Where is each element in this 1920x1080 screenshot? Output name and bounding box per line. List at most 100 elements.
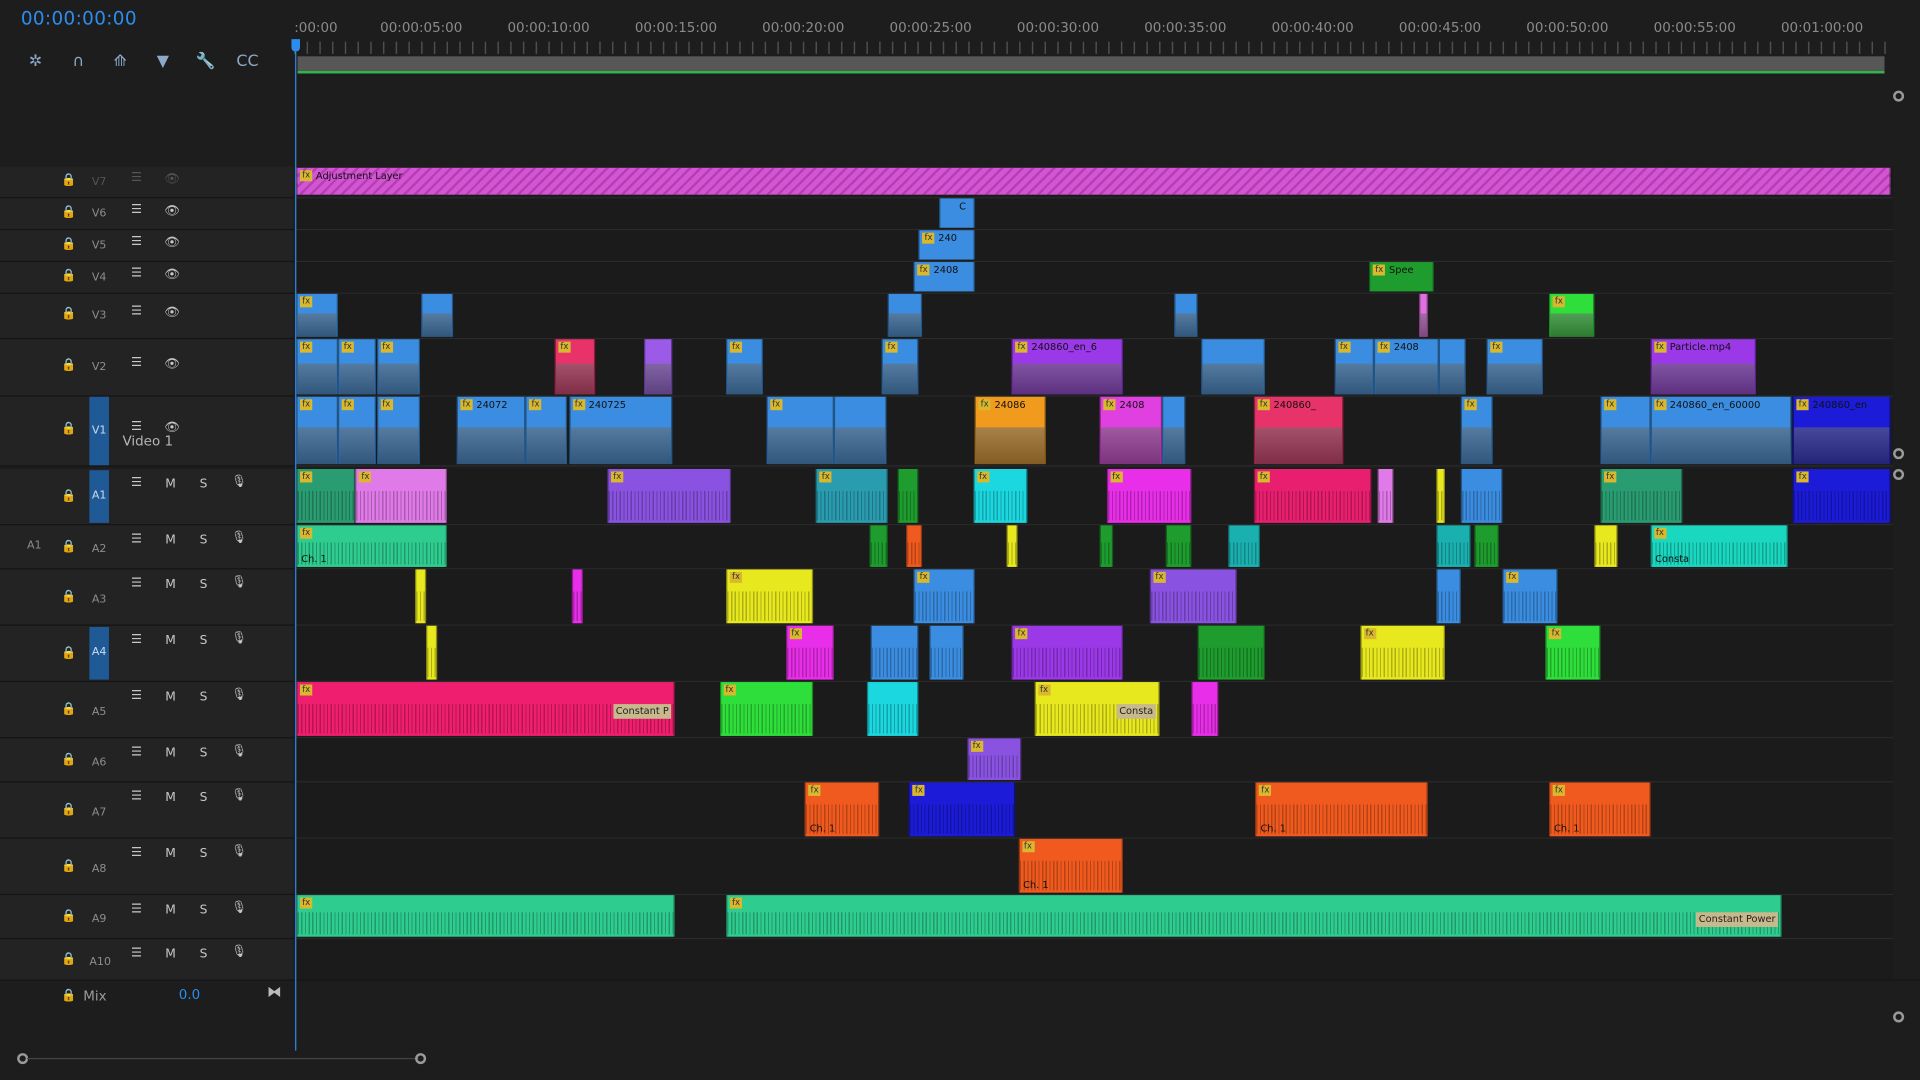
track-name-v4[interactable]: V4 — [89, 271, 109, 283]
audio-clip[interactable] — [868, 525, 889, 567]
video-clip[interactable]: fx 240860_ — [1253, 396, 1344, 465]
video-clip[interactable]: fx 24072 — [456, 396, 526, 465]
track-name-a8[interactable]: A8 — [89, 863, 109, 875]
video-clip[interactable]: fx — [338, 339, 377, 395]
timeline-row-a7[interactable]: fx Ch. 1 fx fx Ch. 1 fx Ch. 1 — [296, 782, 1894, 839]
vscroll-audio-handle[interactable] — [1893, 468, 1905, 481]
sync-lock-icon[interactable]: ☰ — [131, 203, 142, 216]
audio-clip[interactable]: fx — [1011, 625, 1123, 680]
source-patch-a1[interactable]: A1 — [27, 539, 42, 551]
scroll-right-handle[interactable] — [415, 1053, 427, 1065]
audio-clip[interactable] — [1460, 468, 1503, 523]
audio-clip[interactable] — [1099, 525, 1113, 567]
lock-icon[interactable]: 🔒 — [61, 590, 76, 605]
lock-icon[interactable]: 🔒 — [61, 953, 76, 968]
eye-icon[interactable]: 👁 — [164, 306, 180, 319]
track-name-a3[interactable]: A3 — [89, 593, 109, 605]
linked-selection-icon[interactable]: ⟰ — [109, 51, 131, 73]
video-clip[interactable] — [1162, 396, 1185, 465]
video-clip[interactable] — [644, 339, 672, 395]
track-name-v6[interactable]: V6 — [89, 208, 109, 220]
sync-lock-icon[interactable]: ☰ — [131, 356, 142, 369]
audio-clip[interactable]: fx — [1149, 569, 1237, 624]
audio-clip[interactable] — [1436, 468, 1445, 523]
solo-button[interactable]: S — [200, 691, 208, 704]
video-clip[interactable]: C — [939, 198, 975, 228]
video-clip[interactable] — [421, 293, 454, 337]
audio-clip[interactable] — [1006, 525, 1019, 567]
audio-clip[interactable]: fx Ch. 1 — [296, 525, 448, 567]
video-clip[interactable] — [1438, 339, 1466, 395]
audio-clip[interactable] — [870, 625, 919, 680]
audio-clip[interactable]: fx — [1359, 625, 1445, 680]
video-clip[interactable]: fx Particle.mp4 — [1650, 339, 1757, 395]
lock-icon[interactable]: 🔒 — [61, 307, 76, 322]
track-name-v5[interactable]: V5 — [89, 239, 109, 251]
lock-icon[interactable]: 🔒 — [61, 422, 76, 437]
sync-lock-icon[interactable]: ☰ — [131, 266, 142, 279]
solo-button[interactable]: S — [200, 534, 208, 547]
video-clip[interactable]: fx 2408 — [1374, 339, 1439, 395]
video-clip[interactable]: fx 24086 — [974, 396, 1046, 465]
track-name-v7[interactable]: V7 — [89, 176, 109, 188]
timeline-row-a4[interactable]: fx fx fx fx — [296, 625, 1894, 683]
timeline-row-a5[interactable]: fx Constant P fx fx Consta — [296, 682, 1894, 739]
audio-clip[interactable] — [1594, 525, 1619, 567]
mute-button[interactable]: M — [165, 847, 176, 860]
timeline-row-v2[interactable]: fx fx fx fx fx fx fx 240860_en_6 fx fx 2408 fx fx Par… — [296, 339, 1894, 397]
audio-clip[interactable]: fx — [1792, 468, 1891, 523]
audio-clip[interactable] — [905, 525, 922, 567]
timeline-row-v6[interactable]: C — [296, 198, 1894, 231]
audio-clip[interactable]: fx — [909, 782, 1015, 837]
vscroll-top-handle[interactable] — [1893, 90, 1905, 102]
video-clip[interactable]: fx Adjustment Layer — [296, 167, 1891, 195]
audio-clip[interactable]: fx — [816, 468, 889, 523]
audio-clip[interactable]: fx — [296, 895, 675, 937]
mute-button[interactable]: M — [165, 948, 176, 961]
audio-clip[interactable] — [897, 468, 919, 523]
video-clip[interactable]: fx — [1549, 293, 1595, 337]
track-name-a2[interactable]: A2 — [89, 543, 109, 555]
sync-lock-icon[interactable]: ☰ — [131, 234, 142, 247]
audio-clip[interactable] — [1197, 625, 1266, 680]
solo-button[interactable]: S — [200, 948, 208, 961]
timeline-row-a1[interactable]: fx fx fx fx fx fx fx fx fx — [296, 468, 1894, 526]
audio-clip[interactable]: fx — [973, 468, 1028, 523]
mute-button[interactable]: M — [165, 534, 176, 547]
sync-lock-icon[interactable]: ☰ — [131, 846, 142, 859]
audio-clip[interactable]: fx Ch. 1 — [804, 782, 879, 837]
lock-icon[interactable]: 🔒 — [61, 539, 76, 554]
audio-clip[interactable] — [572, 569, 584, 624]
audio-clip[interactable]: fx — [966, 738, 1022, 781]
track-name-a9[interactable]: A9 — [89, 913, 109, 925]
audio-clip[interactable]: fx — [355, 468, 448, 523]
audio-clip[interactable]: fx Consta — [1034, 682, 1160, 736]
video-clip[interactable]: fx — [338, 396, 377, 465]
audio-clip[interactable]: fx — [913, 569, 975, 624]
microphone-icon[interactable]: 🎙 — [231, 789, 247, 802]
eye-icon[interactable]: 👁 — [164, 236, 180, 249]
audio-clip[interactable] — [1473, 525, 1500, 567]
microphone-icon[interactable]: 🎙 — [231, 531, 247, 544]
solo-button[interactable]: S — [200, 478, 208, 491]
audio-clip[interactable] — [1165, 525, 1192, 567]
audio-clip[interactable] — [929, 625, 964, 680]
video-clip[interactable]: fx — [1600, 396, 1651, 465]
audio-clip[interactable]: fx — [607, 468, 732, 523]
mix-pan-icon[interactable]: ⧓ — [267, 983, 282, 1000]
track-name-a4[interactable]: A4 — [89, 626, 109, 680]
microphone-icon[interactable]: 🎙 — [231, 688, 247, 701]
lock-icon[interactable]: 🔒 — [61, 803, 76, 818]
timeline-row-a6[interactable]: fx — [296, 738, 1894, 783]
eye-icon[interactable]: 👁 — [164, 172, 180, 185]
track-name-a5[interactable]: A5 — [89, 706, 109, 718]
audio-clip[interactable]: fx Ch. 1 — [1018, 838, 1123, 893]
track-name-v2[interactable]: V2 — [89, 361, 109, 373]
track-name-v3[interactable]: V3 — [89, 310, 109, 322]
video-clip[interactable]: fx 240860_en_6 — [1011, 339, 1123, 395]
sync-lock-icon[interactable]: ☰ — [131, 577, 142, 590]
sync-lock-icon[interactable]: ☰ — [131, 947, 142, 960]
audio-clip[interactable]: fx Consta — [1650, 525, 1789, 567]
video-clip[interactable]: fx — [296, 396, 339, 465]
solo-button[interactable]: S — [200, 847, 208, 860]
